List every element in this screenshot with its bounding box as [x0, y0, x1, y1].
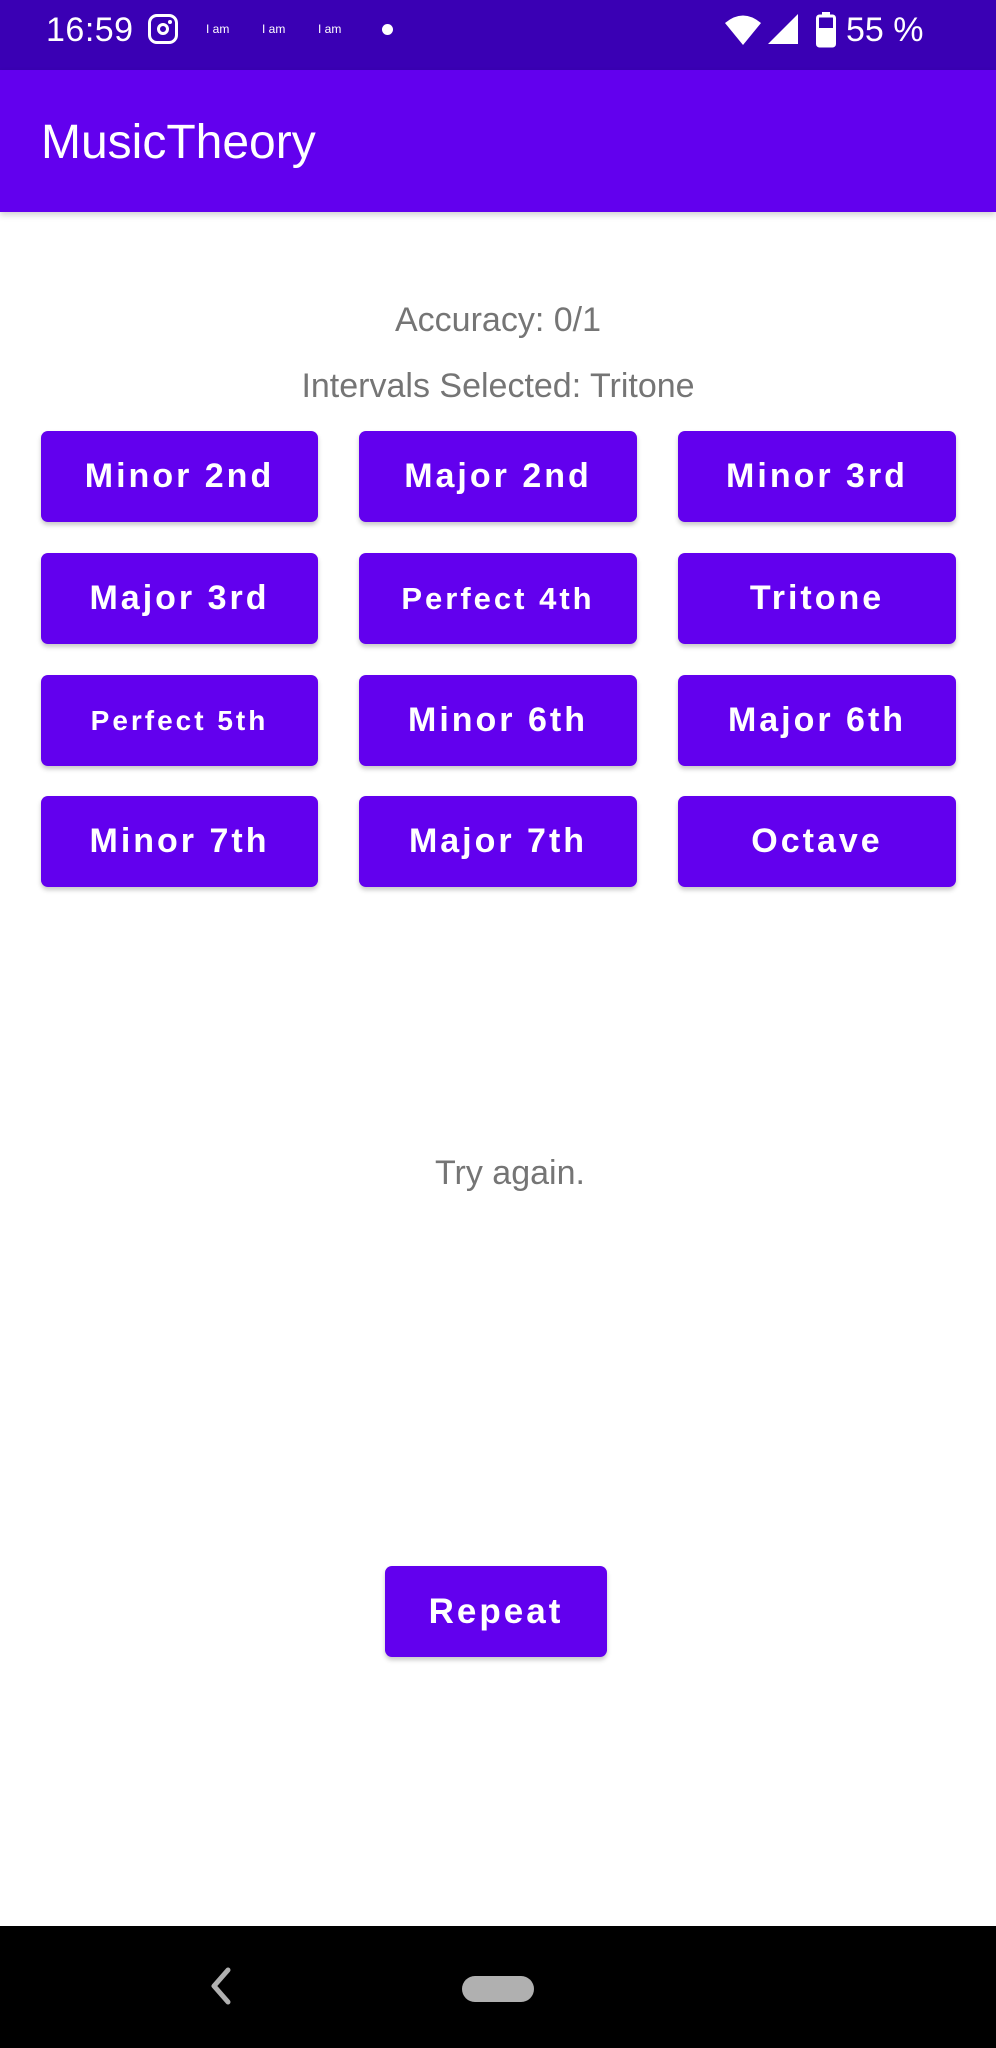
notification-text-1: I am [206, 22, 230, 36]
notification-text-2: I am [262, 22, 286, 36]
minor-6th-button[interactable]: Minor 6th [359, 675, 637, 766]
major-3rd-button[interactable]: Major 3rd [41, 553, 318, 644]
perfect-4th-button[interactable]: Perfect 4th [359, 553, 637, 644]
feedback-text: Try again. [435, 1154, 585, 1192]
home-pill-icon[interactable] [462, 1976, 534, 2002]
minor-7th-button[interactable]: Minor 7th [41, 796, 318, 887]
octave-button[interactable]: Octave [678, 796, 956, 887]
signal-icon [766, 12, 800, 51]
perfect-5th-button[interactable]: Perfect 5th [41, 675, 318, 766]
intervals-selected-text: Intervals Selected: Tritone [301, 367, 695, 405]
app-title: MusicTheory [41, 116, 316, 169]
battery-percentage: 55 % [846, 11, 924, 49]
app-bar: MusicTheory [0, 70, 996, 212]
status-time: 16:59 [46, 11, 134, 49]
minor-2nd-button[interactable]: Minor 2nd [41, 431, 318, 522]
tritone-button[interactable]: Tritone [678, 553, 956, 644]
notification-text-3: I am [318, 22, 342, 36]
accuracy-text: Accuracy: 0/1 [395, 301, 601, 339]
back-icon[interactable] [204, 1964, 240, 2013]
notification-dot-icon [382, 24, 393, 35]
minor-3rd-button[interactable]: Minor 3rd [678, 431, 956, 522]
navigation-bar [0, 1926, 996, 2048]
major-6th-button[interactable]: Major 6th [678, 675, 956, 766]
instagram-icon [148, 14, 178, 44]
major-7th-button[interactable]: Major 7th [359, 796, 637, 887]
wifi-icon [724, 14, 762, 51]
major-2nd-button[interactable]: Major 2nd [359, 431, 637, 522]
repeat-button[interactable]: Repeat [385, 1566, 607, 1657]
status-bar: 16:59 I am I am I am 55 % [0, 0, 996, 70]
battery-icon [816, 12, 836, 53]
